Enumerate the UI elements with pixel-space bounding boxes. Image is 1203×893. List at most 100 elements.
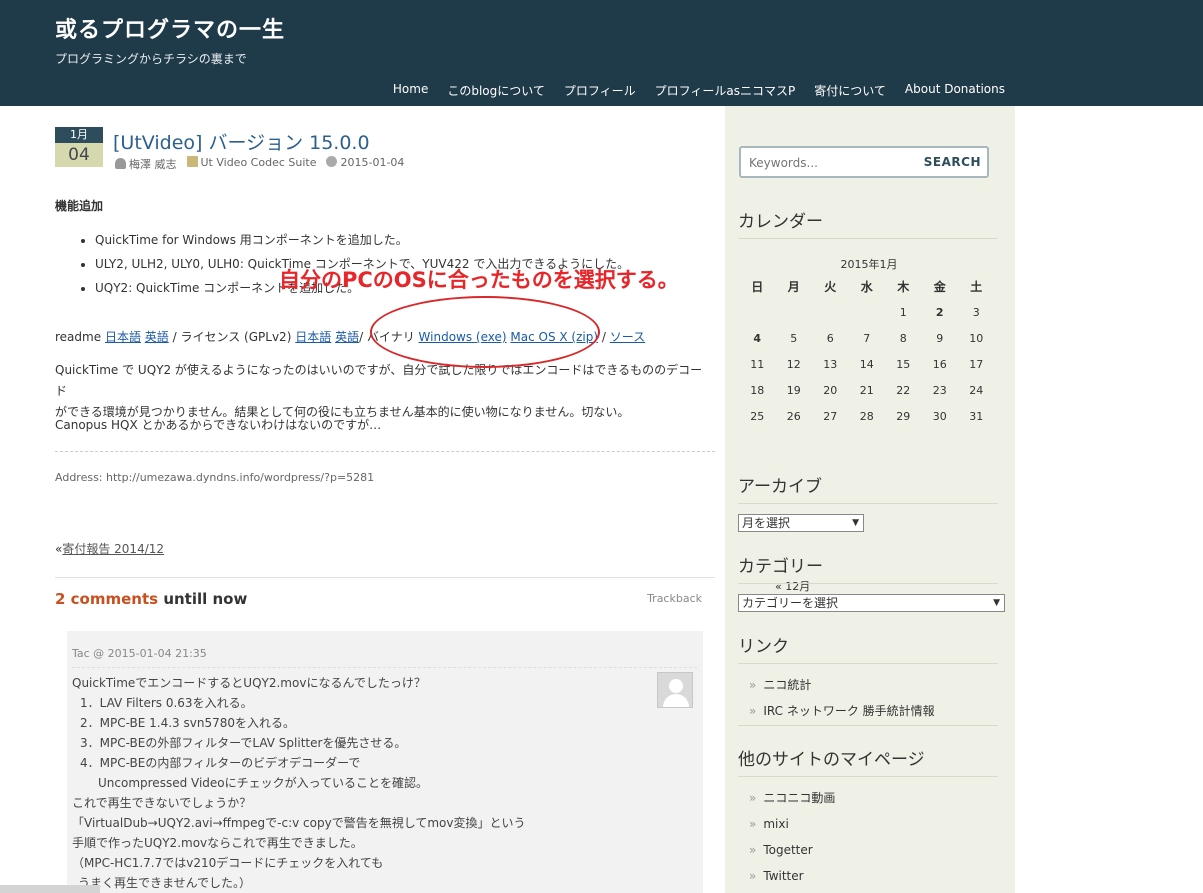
comment-body: QuickTimeでエンコードするとUQY2.movになるんでしたっけ？ 1．L… — [72, 676, 526, 890]
sidebar: SEARCH カレンダー 2015年1月 日月火水木金土123456789101… — [725, 106, 1015, 893]
post-meta: 梅澤 威志 Ut Video Codec Suite 2015-01-04 — [115, 156, 404, 172]
calendar-day: 5 — [790, 332, 798, 345]
site-description: プログラミングからチラシの裏まで — [55, 52, 247, 66]
nav-profile-nicomas[interactable]: プロフィールasニコマスP — [655, 82, 796, 99]
calendar-day: 24 — [969, 384, 984, 397]
list-item[interactable]: ニコ統計 — [749, 672, 935, 698]
calendar-weekday: 火 — [824, 280, 837, 294]
calendar-weekday: 金 — [933, 280, 946, 294]
widget-divider — [738, 503, 998, 504]
list-item[interactable]: ニコニコ動画 — [749, 785, 835, 811]
license-en-link[interactable]: 英語 — [335, 330, 359, 344]
readme-ja-link[interactable]: 日本語 — [105, 330, 141, 344]
calendar-day: 8 — [899, 332, 907, 345]
calendar-day: 6 — [826, 332, 834, 345]
comment-separator — [72, 667, 697, 668]
nav-home[interactable]: Home — [393, 82, 428, 99]
calendar-day: 21 — [859, 384, 874, 397]
calendar-day: 15 — [896, 358, 911, 371]
category-title: カテゴリー — [738, 557, 823, 577]
calendar-empty-cell — [776, 300, 813, 326]
nav-about-blog[interactable]: このblogについて — [447, 82, 545, 99]
calendar-prev-month[interactable]: « 12月 — [775, 578, 810, 594]
calendar-day: 16 — [932, 358, 947, 371]
calendar-grid: 日月火水木金土 1 2 3 4 5 6 7 8 9 10 11 12 13 14 15 16 17 18 19 20 21… — [739, 274, 999, 430]
comment-icon — [326, 156, 338, 167]
calendar-weekday: 日 — [751, 280, 764, 294]
calendar-weekday: 月 — [787, 280, 800, 294]
search-input[interactable] — [749, 156, 929, 170]
calendar-day: 28 — [859, 410, 874, 423]
search-button[interactable]: SEARCH — [924, 155, 981, 169]
calendar-caption: 2015年1月 — [840, 258, 898, 271]
post-author: 梅澤 威志 — [115, 156, 177, 172]
calendar-weekday: 水 — [860, 280, 873, 294]
nav-donation[interactable]: 寄付について — [814, 82, 886, 99]
calendar-empty-cell — [812, 300, 849, 326]
calendar-day: 26 — [786, 410, 801, 423]
calendar-day: 13 — [823, 358, 838, 371]
mypage-list: ニコニコ動画 mixi Togetter Twitter — [749, 785, 835, 889]
mypage-title: 他のサイトのマイページ — [738, 750, 925, 770]
calendar-day: 12 — [786, 358, 801, 371]
widget-divider — [738, 663, 998, 664]
archive-select[interactable]: 月を選択 ▼ — [738, 514, 864, 532]
folder-icon — [186, 156, 198, 167]
comments-divider — [55, 577, 715, 578]
post-paragraph-2: Canopus HQX とかあるからできないわけはないのですが… — [55, 418, 382, 432]
post-date-badge: 1月 04 — [55, 127, 103, 167]
readme-en-link[interactable]: 英語 — [145, 330, 169, 344]
calendar-weekday: 木 — [897, 280, 910, 294]
calendar-empty-cell — [739, 300, 776, 326]
comments-title: 2 comments untill now — [55, 590, 248, 608]
calendar-day: 22 — [896, 384, 911, 397]
list-item[interactable]: IRC ネットワーク 勝手統計情報 — [749, 698, 934, 724]
calendar-day: 7 — [863, 332, 871, 345]
nav-about-donations[interactable]: About Donations — [905, 82, 1005, 99]
calendar-day: 17 — [969, 358, 984, 371]
calendar-day: 3 — [972, 306, 980, 319]
calendar-day: 19 — [786, 384, 801, 397]
list-item[interactable]: mixi — [749, 811, 835, 837]
search-box: SEARCH — [739, 146, 989, 178]
prev-post-link[interactable]: 寄付報告 2014/12 — [62, 542, 164, 556]
comment: Tac @ 2015-01-04 21:35 QuickTimeでエンコードする… — [67, 631, 703, 893]
post-day: 04 — [55, 143, 103, 167]
calendar-title: カレンダー — [738, 212, 823, 232]
source-link[interactable]: ソース — [610, 330, 645, 344]
license-ja-link[interactable]: 日本語 — [295, 330, 331, 344]
widget-divider — [738, 583, 998, 584]
archive-title: アーカイブ — [738, 477, 822, 497]
links-title: リンク — [738, 637, 789, 657]
calendar-day[interactable]: 2 — [922, 300, 959, 326]
list-item[interactable]: Togetter — [749, 837, 835, 863]
calendar-day: 23 — [932, 384, 947, 397]
post-title[interactable]: [UtVideo] バージョン 15.0.0 — [113, 128, 370, 155]
post-category[interactable]: Ut Video Codec Suite — [186, 156, 316, 172]
annotation-circle — [370, 296, 600, 368]
calendar-day: 30 — [932, 410, 947, 423]
trackback-link[interactable]: Trackback — [647, 592, 702, 605]
list-item[interactable]: Twitter — [749, 863, 835, 889]
calendar-day[interactable]: 4 — [739, 326, 776, 352]
dropdown-arrow-icon: ▼ — [852, 518, 859, 528]
annotation-text: 自分のPCのOSに合ったものを選択する。 — [279, 268, 679, 292]
horizontal-scrollbar[interactable] — [0, 885, 100, 893]
calendar-day: 29 — [896, 410, 911, 423]
calendar-weekday: 土 — [970, 280, 983, 294]
nav-profile[interactable]: プロフィール — [564, 82, 636, 99]
dropdown-arrow-icon: ▼ — [993, 598, 1000, 608]
links-list: ニコ統計 IRC ネットワーク 勝手統計情報 — [749, 672, 935, 724]
main-nav: Home このblogについて プロフィール プロフィールasニコマスP 寄付に… — [374, 82, 1005, 99]
prev-post[interactable]: «寄付報告 2014/12 — [55, 540, 164, 557]
category-select[interactable]: カテゴリーを選択 ▼ — [738, 594, 1005, 612]
post-paragraph-1: QuickTime で UQY2 が使えるようになったのはいいのですが、自分で試… — [55, 363, 703, 419]
site-title[interactable]: 或るプログラマの一生 — [55, 12, 285, 44]
calendar-day: 25 — [750, 410, 765, 423]
widget-divider — [738, 238, 998, 239]
widget-divider — [738, 725, 998, 726]
calendar-day: 11 — [750, 358, 765, 371]
user-icon — [115, 158, 126, 169]
comment-meta: Tac @ 2015-01-04 21:35 — [72, 647, 207, 660]
post-divider — [55, 451, 715, 452]
